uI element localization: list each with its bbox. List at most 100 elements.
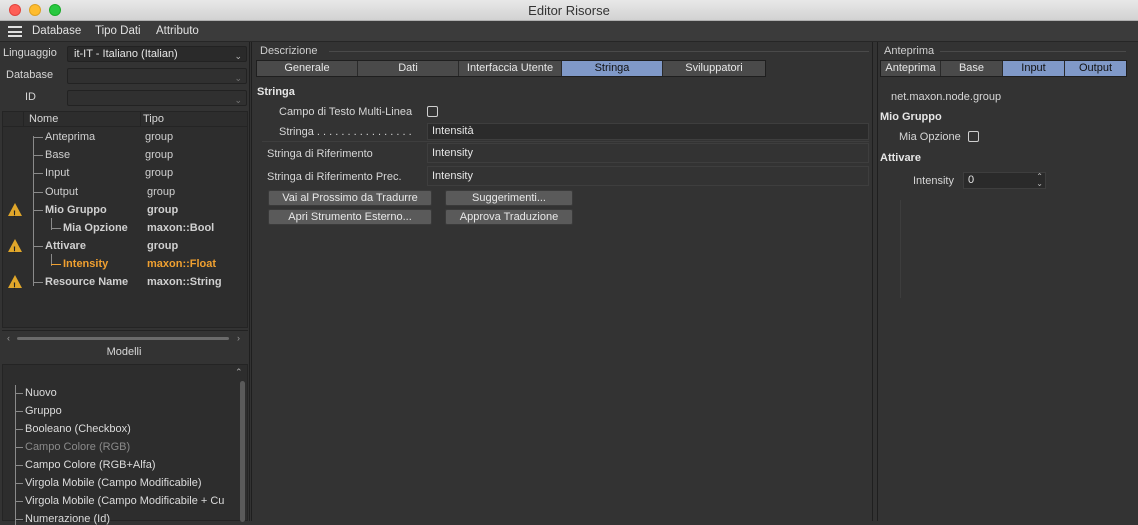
- chevron-down-icon: ⌄: [234, 73, 242, 83]
- tab-input[interactable]: Input: [1003, 61, 1065, 76]
- tree-row-type: maxon::String: [147, 276, 222, 288]
- language-select[interactable]: it-IT - Italiano (Italian) ⌄: [67, 46, 247, 62]
- prev-ref-string-label: Stringa di Riferimento Prec.: [267, 171, 402, 183]
- menu-database[interactable]: Database: [32, 25, 81, 37]
- menu-bar: Database Tipo Dati Attributo: [0, 21, 1138, 42]
- warning-icon: !: [8, 239, 22, 255]
- scroll-up-icon[interactable]: ⌃: [235, 367, 243, 378]
- tree-row-type: group: [147, 240, 179, 252]
- tree-row[interactable]: ! Resource Name maxon::String: [3, 273, 247, 291]
- tab-dati[interactable]: Dati: [358, 61, 459, 76]
- descrizione-tabs: Generale Dati Interfaccia Utente Stringa…: [256, 60, 766, 77]
- intensity-input[interactable]: 0 ⌃ ⌄: [963, 172, 1046, 189]
- tree-row-name: Resource Name: [45, 276, 129, 288]
- tree-row-type: maxon::Bool: [147, 222, 215, 234]
- tree-row-type: group: [145, 167, 174, 179]
- suggestions-button[interactable]: Suggerimenti...: [445, 190, 573, 206]
- hamburger-menu-icon[interactable]: [8, 26, 22, 37]
- models-list[interactable]: ⌃ Nuovo Gruppo Booleano (Checkbox) Campo…: [2, 364, 248, 525]
- model-item[interactable]: Numerazione (Id): [25, 513, 110, 525]
- mia-opzione-label: Mia Opzione: [899, 131, 961, 143]
- next-to-translate-button[interactable]: Vai al Prossimo da Tradurre: [268, 190, 432, 206]
- chevron-down-icon: ⌄: [234, 51, 242, 61]
- tree-row-name: Anteprima: [45, 131, 96, 143]
- tree-row-name: Base: [45, 149, 71, 161]
- ref-string-field: Intensity: [427, 143, 869, 163]
- tree-horizontal-scrollbar[interactable]: [17, 337, 229, 340]
- models-title: Modelli: [106, 346, 142, 358]
- title-bar: Editor Risorse: [0, 0, 1138, 21]
- tree-row-type: group: [145, 131, 174, 143]
- tree-row-name: Mio Gruppo: [45, 204, 107, 216]
- tree-row-type: group: [145, 149, 174, 161]
- tree-row-name: Intensity: [63, 258, 109, 270]
- model-item-disabled: Campo Colore (RGB): [25, 441, 131, 453]
- language-label: Linguaggio: [3, 47, 57, 59]
- tree-row[interactable]: Output group: [3, 183, 247, 201]
- id-label: ID: [25, 91, 36, 103]
- tree-row[interactable]: Anteprima group: [3, 128, 247, 146]
- chevron-down-icon: ⌄: [234, 95, 242, 105]
- language-value: it-IT - Italiano (Italian): [74, 48, 178, 60]
- section-title: Stringa: [257, 86, 295, 98]
- tree-header: Nome Tipo: [3, 112, 247, 127]
- model-item[interactable]: Gruppo: [25, 405, 62, 417]
- prev-ref-string-field: Intensity: [427, 166, 869, 186]
- tree-row[interactable]: ! Mio Gruppo group: [3, 201, 247, 219]
- tree-row-name: Mia Opzione: [63, 222, 128, 234]
- id-select[interactable]: ⌄: [67, 90, 247, 106]
- mio-gruppo-title: Mio Gruppo: [880, 111, 942, 123]
- tree-row-selected[interactable]: Intensity maxon::Float: [3, 255, 247, 273]
- menu-tipo-dati[interactable]: Tipo Dati: [95, 25, 141, 37]
- preview-tabs: Anteprima Base Input Output: [880, 60, 1127, 77]
- tree-row-type: group: [147, 204, 179, 216]
- mia-opzione-checkbox[interactable]: [968, 131, 979, 142]
- model-item[interactable]: Virgola Mobile (Campo Modificabile): [25, 477, 201, 489]
- menu-attributo[interactable]: Attributo: [156, 25, 199, 37]
- tree-row-name: Output: [45, 186, 79, 198]
- string-label: Stringa . . . . . . . . . . . . . . . .: [279, 126, 412, 138]
- warning-icon: !: [8, 203, 22, 219]
- column-tipo[interactable]: Tipo: [143, 113, 164, 125]
- stepper-icon[interactable]: ⌃ ⌄: [1036, 173, 1043, 188]
- descrizione-title: Descrizione: [260, 45, 318, 57]
- window-title: Editor Risorse: [528, 3, 610, 18]
- tree-row-type: group: [147, 186, 176, 198]
- tab-sviluppatori[interactable]: Sviluppatori: [663, 61, 765, 76]
- ref-string-label: Stringa di Riferimento: [267, 148, 373, 160]
- models-vertical-scrollbar[interactable]: [240, 381, 245, 522]
- database-label: Database: [6, 69, 54, 81]
- tree-row[interactable]: ! Attivare group: [3, 237, 247, 255]
- tree-row[interactable]: Input group: [3, 164, 247, 182]
- attivare-title: Attivare: [880, 152, 921, 164]
- open-external-tool-button[interactable]: Apri Strumento Esterno...: [268, 209, 432, 225]
- model-item[interactable]: Campo Colore (RGB+Alfa): [25, 459, 156, 471]
- tree-row-name: Input: [45, 167, 70, 179]
- resource-tree[interactable]: Nome Tipo Anteprima group Base group Inp…: [2, 111, 248, 343]
- tab-output[interactable]: Output: [1065, 61, 1126, 76]
- tree-row[interactable]: Base group: [3, 146, 247, 164]
- intensity-label: Intensity: [913, 175, 954, 187]
- warning-icon: !: [8, 275, 22, 291]
- node-id-text: net.maxon.node.group: [891, 91, 1002, 103]
- multiline-checkbox[interactable]: [427, 106, 438, 117]
- tree-row-name: Attivare: [45, 240, 86, 252]
- anteprima-title: Anteprima: [884, 45, 935, 57]
- database-select[interactable]: ⌄: [67, 68, 247, 84]
- approve-translation-button[interactable]: Approva Traduzione: [445, 209, 573, 225]
- string-field[interactable]: Intensità: [427, 123, 869, 140]
- column-nome[interactable]: Nome: [29, 113, 58, 125]
- tab-generale[interactable]: Generale: [257, 61, 358, 76]
- intensity-value: 0: [968, 174, 975, 186]
- tree-row[interactable]: Mia Opzione maxon::Bool: [3, 219, 247, 237]
- scroll-left-icon[interactable]: ‹: [7, 333, 10, 343]
- tab-stringa[interactable]: Stringa: [562, 61, 663, 76]
- tab-interfaccia-utente[interactable]: Interfaccia Utente: [459, 61, 562, 76]
- tree-row-type: maxon::Float: [147, 258, 217, 270]
- tab-anteprima[interactable]: Anteprima: [881, 61, 941, 76]
- model-item[interactable]: Virgola Mobile (Campo Modificabile + Cu: [25, 495, 235, 507]
- tab-base[interactable]: Base: [941, 61, 1003, 76]
- scroll-right-icon[interactable]: ›: [237, 333, 240, 343]
- model-item[interactable]: Booleano (Checkbox): [25, 423, 131, 435]
- model-item[interactable]: Nuovo: [25, 387, 57, 399]
